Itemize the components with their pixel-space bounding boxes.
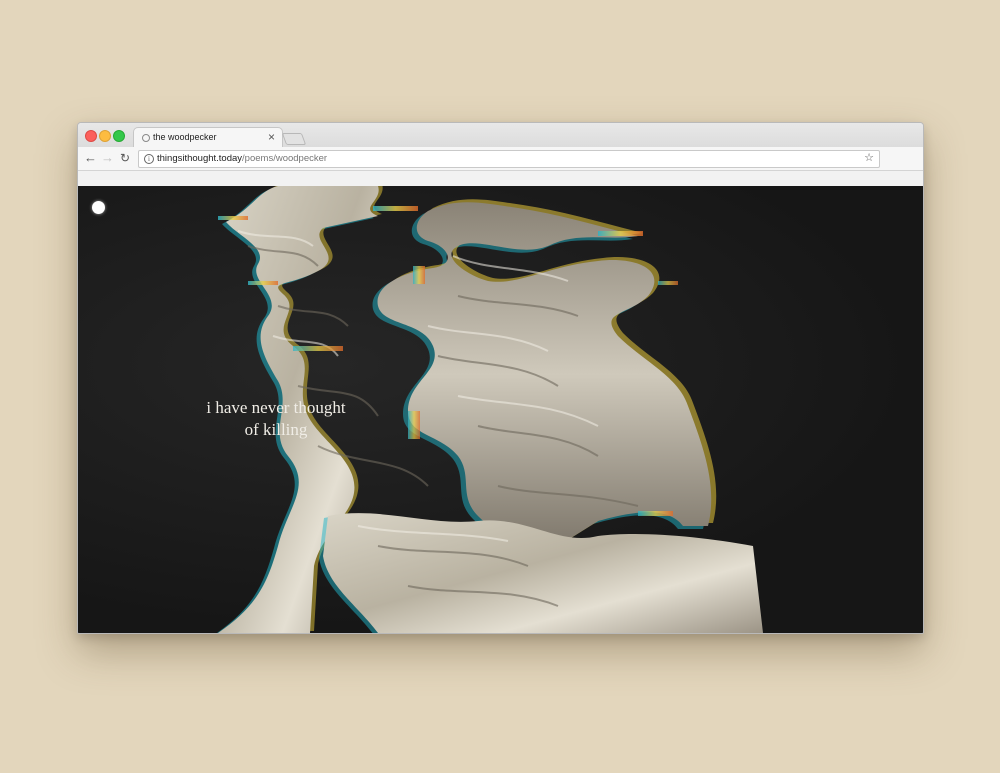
reload-icon[interactable]: ↻ <box>120 150 130 166</box>
star-icon[interactable]: ☆ <box>864 151 874 164</box>
url-text[interactable]: thingsithought.today/poems/woodpecker <box>157 153 327 164</box>
browser-toolbar: ← → ↻ i thingsithought.today/poems/woodp… <box>78 147 923 171</box>
minimize-window-button[interactable] <box>99 130 111 142</box>
close-window-button[interactable] <box>85 130 97 142</box>
poem-text: i have never thought of killing <box>190 397 362 441</box>
menu-dot-button[interactable] <box>92 201 105 214</box>
loading-favicon-icon <box>142 134 150 142</box>
page-content: i have never thought of killing <box>78 186 923 633</box>
title-bar: the woodpecker × <box>78 123 923 149</box>
tab-title: the woodpecker <box>153 132 217 142</box>
tab-the-woodpecker[interactable]: the woodpecker × <box>133 127 283 149</box>
arrow-right-icon[interactable]: → <box>101 150 114 166</box>
new-tab-button[interactable] <box>281 133 307 145</box>
poem-line-2: of killing <box>244 420 308 439</box>
maximize-window-button[interactable] <box>113 130 125 142</box>
url-domain: thingsithought.today <box>157 153 243 164</box>
url-path: /poems/woodpecker <box>242 153 328 164</box>
poem-line-1: i have never thought <box>206 398 346 417</box>
arrow-left-icon[interactable]: ← <box>84 150 97 166</box>
tab-close-icon[interactable]: × <box>268 130 275 144</box>
browser-window: the woodpecker × ← → ↻ i thingsithought.… <box>77 122 924 634</box>
address-bar[interactable]: i thingsithought.today/poems/woodpecker … <box>138 150 880 168</box>
info-icon[interactable]: i <box>144 154 154 164</box>
